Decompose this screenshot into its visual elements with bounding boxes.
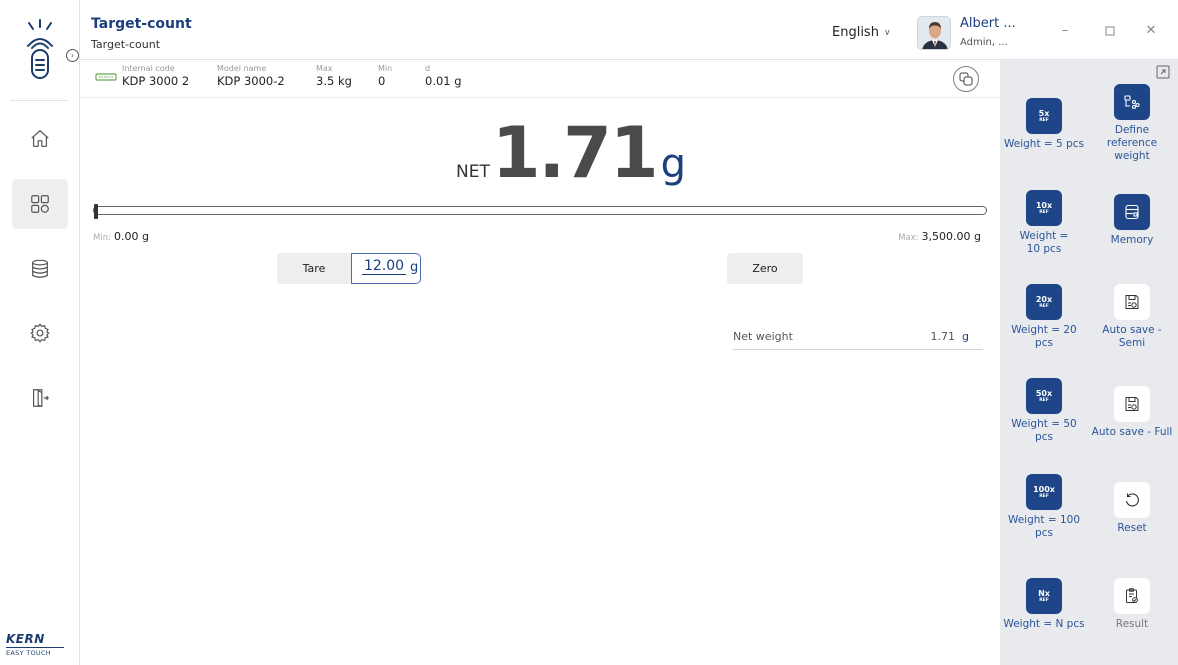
weight-20-pcs-button[interactable]: 20x REF Weight = 20 pcs (1000, 284, 1088, 350)
ref-10x-icon: 10x REF (1026, 190, 1062, 226)
minimize-icon[interactable]: – (1057, 23, 1073, 39)
function-panel: 5x REF Weight = 5 pcs 10x REF Weight = 10 … (1000, 60, 1178, 665)
auto-save-semi-icon (1114, 284, 1150, 320)
ref-20x-icon: 20x REF (1026, 284, 1062, 320)
weight-n-pcs-button[interactable]: Nx REF Weight = N pcs (1000, 578, 1088, 631)
page-title: Target-count (91, 16, 192, 32)
close-icon[interactable]: ✕ (1143, 23, 1159, 39)
language-dropdown[interactable]: English ∨ (832, 25, 891, 40)
kern-brand: KERN EASY TOUCH (6, 632, 70, 657)
net-weight-label: Net weight (733, 330, 793, 343)
weight-value: 1.71 (491, 112, 659, 194)
sidebar-item-logout[interactable] (12, 373, 68, 423)
expand-panel-icon[interactable] (1156, 65, 1170, 79)
database-icon (32, 259, 48, 278)
weight-50-pcs-button[interactable]: 50x REF Weight = 50 pcs (1000, 378, 1088, 444)
auto-save-full-button[interactable]: Auto save - Full (1088, 386, 1176, 439)
logout-icon (32, 389, 49, 407)
grid-icon (31, 195, 49, 213)
main-content: Internal code KDP 3000 2 Model name KDP … (80, 60, 1000, 665)
avatar[interactable] (917, 16, 951, 50)
memory-icon (1114, 194, 1150, 230)
weight-display: NET 1.71 g (456, 118, 686, 198)
device-info-strip: Internal code KDP 3000 2 Model name KDP … (80, 60, 1000, 98)
reset-icon (1114, 482, 1150, 518)
sidebar-item-home[interactable] (12, 114, 68, 164)
tare-value: 12.00 (362, 258, 407, 275)
min-capacity: Min 0 (378, 64, 393, 88)
range-max: Max: 3,500.00 g (898, 230, 981, 243)
zero-button[interactable]: Zero (727, 253, 803, 284)
sidebar-expand-icon[interactable]: › (66, 49, 79, 62)
scale-logo-icon (20, 18, 60, 88)
user-role: Admin, ... (960, 37, 1008, 48)
home-icon (31, 130, 49, 147)
auto-save-semi-button[interactable]: Auto save - Semi (1088, 284, 1176, 350)
tare-button[interactable]: Tare (277, 253, 351, 284)
tare-input[interactable]: 12.00 g (351, 253, 421, 284)
result-icon (1114, 578, 1150, 614)
ref-100x-icon: 100x REF (1026, 474, 1062, 510)
internal-code: Internal code KDP 3000 2 (122, 64, 190, 88)
sidebar-divider (10, 100, 68, 101)
page-subtitle: Target-count (91, 38, 161, 51)
max-capacity: Max 3.5 kg (316, 64, 352, 88)
sidebar-item-applications[interactable] (12, 179, 68, 229)
net-weight-value: 1.71 g (930, 330, 969, 343)
weight-unit: g (660, 141, 686, 187)
ref-5x-icon: 5x REF (1026, 98, 1062, 134)
model-name: Model name KDP 3000-2 (217, 64, 285, 88)
scale-device-icon (95, 73, 117, 81)
sidebar-item-settings[interactable] (12, 308, 68, 358)
memory-button[interactable]: Memory (1088, 194, 1176, 247)
settings-icon (30, 323, 50, 343)
capacity-bar (93, 204, 987, 219)
net-label: NET (456, 162, 490, 182)
define-reference-weight-button[interactable]: Define reference weight (1088, 84, 1176, 163)
user-name[interactable]: Albert ... (960, 16, 1016, 31)
net-weight-row: Net weight 1.71 g (733, 326, 983, 350)
weight-100-pcs-button[interactable]: 100x REF Weight = 100 pcs (1000, 474, 1088, 540)
sidebar: › KERN EASY TOUCH (0, 0, 80, 665)
tare-unit: g (410, 260, 419, 275)
readability: d 0.01 g (425, 64, 462, 88)
maximize-icon[interactable] (1102, 23, 1118, 39)
weight-5-pcs-button[interactable]: 5x REF Weight = 5 pcs (1000, 98, 1088, 151)
reset-button[interactable]: Reset (1088, 482, 1176, 535)
define-reference-icon (1114, 84, 1150, 120)
brand-subtitle: EASY TOUCH (6, 649, 51, 657)
brand-name: KERN (6, 632, 45, 646)
copy-button[interactable] (953, 66, 979, 92)
language-label: English (832, 25, 879, 40)
capacity-bar-fill (94, 204, 98, 219)
range-min: Min: 0.00 g (93, 230, 149, 243)
sidebar-item-database[interactable] (12, 244, 68, 294)
weight-10-pcs-button[interactable]: 10x REF Weight = 10 pcs (1000, 190, 1088, 256)
ref-50x-icon: 50x REF (1026, 378, 1062, 414)
ref-nx-icon: Nx REF (1026, 578, 1062, 614)
result-button[interactable]: Result (1088, 578, 1176, 631)
chevron-down-icon: ∨ (883, 27, 891, 38)
header: Target-count Target-count English ∨ Albe… (80, 0, 1178, 60)
copy-icon (959, 72, 973, 86)
auto-save-full-icon (1114, 386, 1150, 422)
